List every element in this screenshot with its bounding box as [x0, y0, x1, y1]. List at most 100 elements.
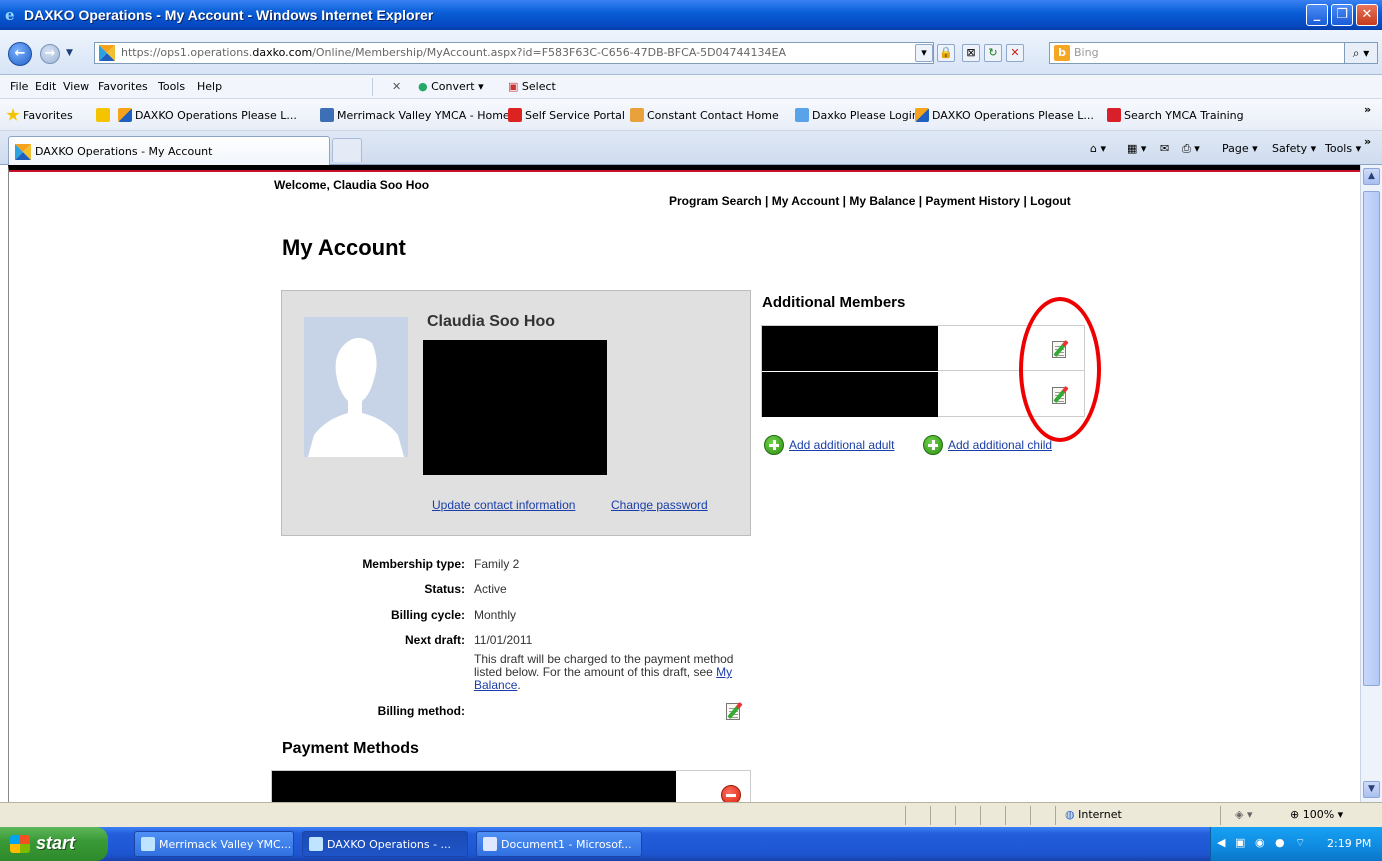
- nav-payment-history[interactable]: Payment History: [925, 194, 1020, 208]
- favorite-item-4[interactable]: Daxko Please Login: [795, 108, 919, 122]
- convert-label: Convert: [431, 80, 475, 93]
- add-favorite-icon[interactable]: [96, 108, 113, 122]
- scroll-thumb[interactable]: [1363, 191, 1380, 686]
- add-star-icon: [96, 108, 110, 122]
- profile-card: Claudia Soo Hoo Update contact informati…: [281, 290, 751, 536]
- tray-network-icon[interactable]: ●: [1275, 836, 1285, 849]
- tools-menu[interactable]: Tools ▾: [1325, 142, 1361, 155]
- start-button[interactable]: start: [0, 827, 108, 861]
- zoom-level[interactable]: ⊕ 100% ▾: [1290, 808, 1343, 821]
- start-label: start: [36, 833, 76, 853]
- mail-icon[interactable]: ✉: [1160, 142, 1169, 155]
- select-icon: ▣: [508, 80, 519, 93]
- status-divider: [955, 806, 956, 825]
- status-divider: [1005, 806, 1006, 825]
- stop-icon[interactable]: ✕: [1006, 44, 1024, 62]
- favorite-item-label: DAXKO Operations Please L...: [135, 109, 297, 122]
- compatibility-icon[interactable]: ⊠: [962, 44, 980, 62]
- menu-help[interactable]: Help: [197, 80, 222, 93]
- safety-menu[interactable]: Safety ▾: [1272, 142, 1316, 155]
- feeds-icon[interactable]: ▦ ▾: [1127, 142, 1146, 155]
- ymca-icon: [320, 108, 334, 122]
- status-divider: [980, 806, 981, 825]
- nav-logout[interactable]: Logout: [1030, 194, 1071, 208]
- add-child-link[interactable]: Add additional child: [948, 438, 1052, 452]
- tray-wifi-icon[interactable]: ⌔: [1295, 836, 1305, 850]
- favorite-item-0[interactable]: DAXKO Operations Please L...: [118, 108, 297, 122]
- home-icon[interactable]: ⌂ ▾: [1090, 142, 1106, 155]
- favorite-item-label: Merrimack Valley YMCA - Home: [337, 109, 510, 122]
- tray-expand-icon[interactable]: ◀: [1217, 836, 1225, 849]
- update-contact-link[interactable]: Update contact information: [432, 498, 575, 512]
- favorite-item-2[interactable]: Self Service Portal: [508, 108, 625, 122]
- search-icon[interactable]: ⌕ ▾: [1344, 42, 1378, 64]
- minimize-button[interactable]: _: [1306, 4, 1328, 26]
- status-label: Status:: [424, 582, 465, 596]
- favorite-item-5[interactable]: DAXKO Operations Please L...: [915, 108, 1094, 122]
- address-input[interactable]: https://ops1.operations.daxko.com/Online…: [94, 42, 934, 64]
- help-icon[interactable]: »: [1364, 135, 1371, 148]
- history-dropdown-icon[interactable]: ▼: [66, 48, 73, 58]
- menu-tools[interactable]: Tools: [158, 80, 185, 93]
- highlight-annotation-oval: [1019, 297, 1101, 442]
- nav-my-account[interactable]: My Account: [772, 194, 840, 208]
- forward-button[interactable]: →: [40, 44, 60, 64]
- favorite-item-3[interactable]: Constant Contact Home: [630, 108, 779, 122]
- change-password-link[interactable]: Change password: [611, 498, 708, 512]
- favorites-button[interactable]: Favorites: [6, 108, 73, 122]
- select-button[interactable]: ▣ Select: [508, 80, 556, 93]
- membership-type-label: Membership type:: [362, 557, 465, 571]
- scroll-up-icon[interactable]: ▲: [1363, 168, 1380, 185]
- membership-type-value: Family 2: [474, 557, 520, 571]
- tools-menu-label: Tools: [1325, 142, 1353, 155]
- remove-payment-icon[interactable]: [721, 785, 741, 802]
- protected-mode-icon[interactable]: ◈ ▾: [1235, 808, 1252, 821]
- status-value: Active: [474, 582, 507, 596]
- taskbar-item-merrimack[interactable]: Merrimack Valley YMC...: [134, 831, 294, 857]
- url-domain: daxko.com: [252, 46, 313, 59]
- security-zone[interactable]: ◍ Internet: [1065, 808, 1122, 821]
- menu-edit[interactable]: Edit: [35, 80, 56, 93]
- edit-billing-method-icon[interactable]: [724, 700, 746, 725]
- vertical-scrollbar[interactable]: ▲ ▼: [1360, 165, 1382, 802]
- taskbar-item-daxko[interactable]: DAXKO Operations - ...: [302, 831, 468, 857]
- tray-app-icon[interactable]: ▣: [1235, 836, 1245, 849]
- menu-view[interactable]: View: [63, 80, 89, 93]
- taskbar-item-document[interactable]: Document1 - Microsof...: [476, 831, 642, 857]
- ymca-training-icon: [1107, 108, 1121, 122]
- add-adult-action[interactable]: Add additional adult: [764, 435, 894, 455]
- daxko-favicon-icon: [118, 108, 132, 122]
- constant-contact-icon: [630, 108, 644, 122]
- add-child-action[interactable]: Add additional child: [923, 435, 1052, 455]
- search-placeholder: Bing: [1074, 46, 1099, 59]
- new-tab-button[interactable]: [332, 138, 362, 162]
- back-button[interactable]: ←: [8, 42, 32, 66]
- tray-security-icon[interactable]: ◉: [1255, 836, 1265, 849]
- convert-button[interactable]: ● Convert ▾: [418, 80, 484, 93]
- menu-file[interactable]: File: [10, 80, 28, 93]
- menu-favorites[interactable]: Favorites: [98, 80, 148, 93]
- next-draft-label: Next draft:: [404, 633, 465, 647]
- avatar: [304, 317, 408, 457]
- toolbar-close-icon[interactable]: ✕: [392, 80, 401, 93]
- notepad-edit-icon: [724, 700, 746, 722]
- close-button[interactable]: ✕: [1356, 4, 1378, 26]
- clock[interactable]: 2:19 PM: [1327, 837, 1371, 850]
- tab-daxko-my-account[interactable]: DAXKO Operations - My Account: [8, 136, 330, 165]
- address-dropdown-icon[interactable]: ▾: [915, 44, 933, 62]
- scroll-down-icon[interactable]: ▼: [1363, 781, 1380, 798]
- lock-icon[interactable]: 🔒: [937, 44, 955, 62]
- title-bar: e DAXKO Operations - My Account - Window…: [0, 0, 1382, 30]
- favorite-item-1[interactable]: Merrimack Valley YMCA - Home: [320, 108, 510, 122]
- refresh-icon[interactable]: ↻: [984, 44, 1002, 62]
- print-icon[interactable]: ⎙ ▾: [1182, 142, 1200, 156]
- favorites-overflow-icon[interactable]: »: [1364, 103, 1371, 116]
- nav-my-balance[interactable]: My Balance: [849, 194, 915, 208]
- search-input[interactable]: b Bing: [1049, 42, 1357, 64]
- page-menu[interactable]: Page ▾: [1222, 142, 1258, 155]
- add-adult-link[interactable]: Add additional adult: [789, 438, 894, 452]
- nav-program-search[interactable]: Program Search: [669, 194, 762, 208]
- favorite-item-6[interactable]: Search YMCA Training: [1107, 108, 1244, 122]
- maximize-button[interactable]: ❐: [1331, 4, 1353, 26]
- default-avatar-icon: [304, 317, 408, 457]
